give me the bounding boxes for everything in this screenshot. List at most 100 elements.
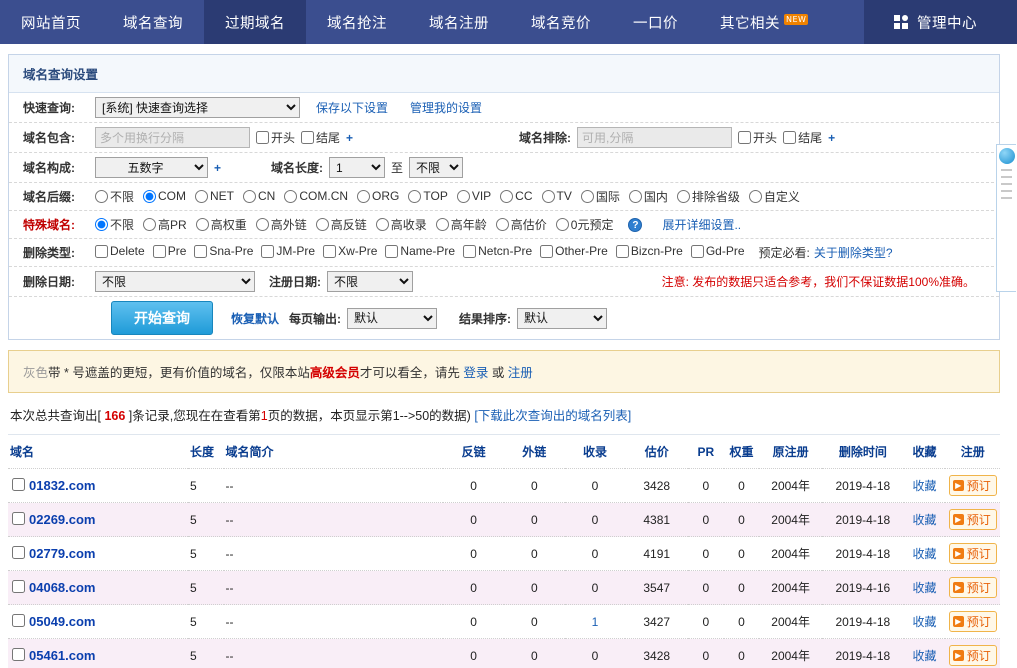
suffix-radio-7[interactable]: VIP [456, 189, 491, 203]
special-radio-4[interactable]: 高反链 [315, 216, 367, 233]
delete-type-checkbox-input-5[interactable] [385, 244, 399, 258]
book-domain-button[interactable]: ▶ 预订 [948, 543, 997, 564]
delete-type-checkbox-input-4[interactable] [323, 244, 337, 258]
nav-item-admin-center[interactable]: 管理中心 [864, 0, 1017, 44]
th-domain[interactable]: 域名 [8, 435, 188, 469]
suffix-radio-2[interactable]: NET [195, 189, 234, 203]
delete-date-select[interactable]: 不限 [95, 271, 255, 292]
suffix-radio-input-0[interactable] [95, 189, 108, 203]
suffix-radio-input-7[interactable] [456, 189, 470, 203]
th-weight[interactable]: 权重 [724, 435, 760, 469]
row-select-checkbox[interactable] [12, 648, 25, 661]
delete-type-checkbox-input-1[interactable] [152, 244, 166, 258]
delete-type-checkbox-6[interactable]: Netcn-Pre [463, 244, 532, 258]
composition-add-button[interactable]: + [214, 161, 221, 175]
special-radio-7[interactable]: 高估价 [495, 216, 547, 233]
delete-type-checkbox-input-6[interactable] [463, 244, 477, 258]
include-add-button[interactable]: + [346, 131, 353, 145]
nav-item-domain-backorder[interactable]: 域名抢注 [306, 0, 408, 44]
special-radio-3[interactable]: 高外链 [255, 216, 307, 233]
table-row[interactable]: 02269.com 5 -- 0 0 0 4381 0 0 2004年 2019-4-18 收藏 ▶ 预订 [8, 502, 1000, 537]
suffix-radio-input-1[interactable] [143, 189, 157, 203]
suffix-radio-input-12[interactable] [676, 189, 690, 203]
manage-settings-link[interactable]: 管理我的设置 [410, 99, 482, 116]
suffix-radio-8[interactable]: CC [500, 189, 533, 203]
th-length[interactable]: 长度 [188, 435, 224, 469]
nav-item-expired-domains[interactable]: 过期域名 [204, 0, 306, 44]
delete-type-checkbox-input-3[interactable] [261, 244, 275, 258]
exclude-end-checkbox-input[interactable] [783, 131, 797, 144]
include-start-checkbox-input[interactable] [256, 131, 269, 144]
favorite-link[interactable]: 收藏 [913, 547, 937, 561]
th-description[interactable]: 域名简介 [224, 435, 444, 469]
special-radio-input-6[interactable] [435, 217, 449, 231]
special-radio-5[interactable]: 高收录 [375, 216, 427, 233]
about-delete-type-link[interactable]: 关于删除类型? [814, 244, 893, 261]
nav-item-others[interactable]: 其它相关 NEW [699, 0, 829, 44]
delete-type-checkbox-input-2[interactable] [194, 244, 208, 258]
book-domain-button[interactable]: ▶ 预订 [948, 611, 997, 632]
delete-type-checkbox-input-0[interactable] [95, 244, 108, 258]
suffix-radio-input-8[interactable] [500, 189, 514, 203]
download-list-link[interactable]: [下载此次查询出的域名列表] [474, 409, 631, 423]
delete-type-checkbox-8[interactable]: Bizcn-Pre [615, 244, 683, 258]
include-end-checkbox-input[interactable] [301, 131, 315, 144]
expand-detail-settings-link[interactable]: 展开详细设置.. [662, 216, 741, 233]
th-outlink[interactable]: 外链 [504, 435, 565, 469]
reg-date-select[interactable]: 不限 [327, 271, 413, 292]
suffix-radio-13[interactable]: 自定义 [748, 188, 800, 205]
register-link[interactable]: 注册 [508, 366, 533, 380]
special-radio-input-7[interactable] [495, 217, 509, 231]
special-radio-input-5[interactable] [375, 217, 389, 231]
table-row[interactable]: 05049.com 5 -- 0 0 1 3427 0 0 2004年 2019-4-18 收藏 ▶ 预订 [8, 604, 1000, 639]
suffix-radio-input-13[interactable] [748, 189, 762, 203]
special-radio-input-0[interactable] [95, 217, 108, 231]
include-start-checkbox[interactable]: 开头 [256, 129, 295, 146]
row-select-checkbox[interactable] [12, 478, 25, 491]
suffix-radio-10[interactable]: 国际 [580, 188, 620, 205]
sort-select[interactable]: 默认 [517, 307, 608, 329]
favorite-link[interactable]: 收藏 [913, 649, 937, 663]
book-domain-button[interactable]: ▶ 预订 [948, 509, 997, 530]
suffix-radio-input-11[interactable] [628, 189, 642, 203]
domain-link[interactable]: 02779.com [29, 546, 96, 561]
suffix-radio-0[interactable]: 不限 [95, 188, 134, 205]
book-domain-button[interactable]: ▶ 预订 [948, 475, 997, 496]
th-indexed[interactable]: 收录 [565, 435, 626, 469]
suffix-radio-input-9[interactable] [541, 189, 555, 203]
domain-link[interactable]: 05461.com [29, 648, 96, 663]
favorite-link[interactable]: 收藏 [913, 615, 937, 629]
suffix-radio-3[interactable]: CN [243, 189, 275, 203]
delete-type-checkbox-9[interactable]: Gd-Pre [690, 244, 745, 258]
start-query-button[interactable]: 开始查询 [111, 301, 213, 335]
per-page-select[interactable]: 默认 [347, 307, 438, 329]
domain-length-from-select[interactable]: 1 [329, 157, 386, 178]
delete-type-checkbox-1[interactable]: Pre [152, 244, 186, 258]
special-radio-6[interactable]: 高年龄 [435, 216, 487, 233]
suffix-radio-11[interactable]: 国内 [628, 188, 668, 205]
special-radio-input-8[interactable] [555, 217, 569, 231]
special-radio-input-4[interactable] [315, 217, 329, 231]
favorite-link[interactable]: 收藏 [913, 513, 937, 527]
domain-link[interactable]: 05049.com [29, 614, 96, 629]
suffix-radio-input-5[interactable] [357, 189, 371, 203]
nav-item-fixed-price[interactable]: 一口价 [612, 0, 699, 44]
th-backlink[interactable]: 反链 [443, 435, 504, 469]
th-pr[interactable]: PR [688, 435, 724, 469]
include-end-checkbox[interactable]: 结尾 [301, 129, 340, 146]
domain-composition-select[interactable]: 五数字 [95, 157, 208, 178]
domain-exclude-input[interactable] [577, 127, 733, 148]
row-select-checkbox[interactable] [12, 580, 25, 593]
delete-type-checkbox-3[interactable]: JM-Pre [261, 244, 315, 258]
book-domain-button[interactable]: ▶ 预订 [948, 577, 997, 598]
special-radio-input-3[interactable] [255, 217, 269, 231]
book-domain-button[interactable]: ▶ 预订 [948, 645, 997, 666]
domain-include-input[interactable] [95, 127, 250, 148]
special-radio-input-1[interactable] [143, 217, 157, 231]
special-radio-input-2[interactable] [195, 217, 209, 231]
delete-type-checkbox-input-7[interactable] [540, 244, 554, 258]
suffix-radio-input-3[interactable] [243, 189, 257, 203]
domain-link[interactable]: 04068.com [29, 580, 96, 595]
row-select-checkbox[interactable] [12, 512, 25, 525]
exclude-end-checkbox[interactable]: 结尾 [783, 129, 822, 146]
